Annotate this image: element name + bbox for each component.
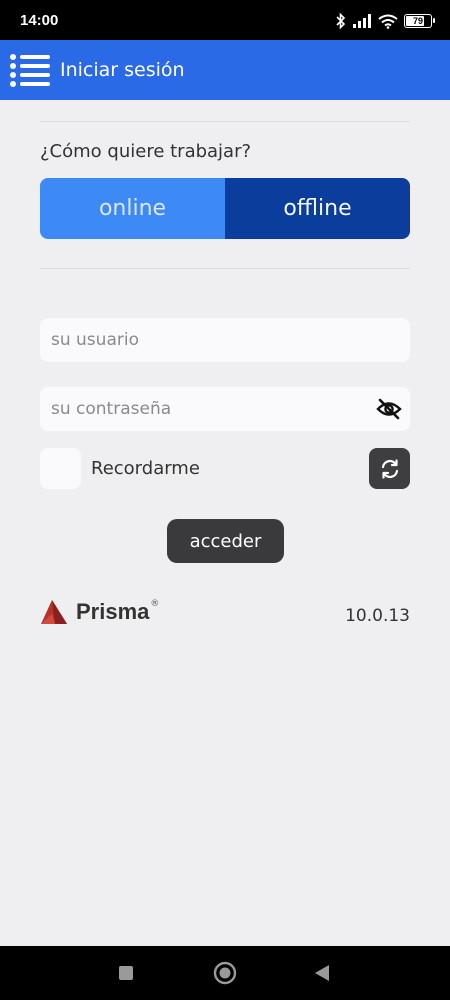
work-mode-toggle: online offline [40, 178, 410, 239]
brand-logo: Prisma ® [40, 597, 159, 627]
status-time: 14:00 [20, 12, 59, 29]
nav-recents-button[interactable] [96, 946, 156, 1000]
eye-off-icon[interactable] [376, 396, 402, 422]
refresh-button[interactable] [369, 448, 410, 489]
username-input[interactable] [40, 318, 410, 362]
divider-top [40, 121, 410, 122]
mode-offline-button[interactable]: offline [225, 178, 410, 239]
status-icons: 79 [336, 12, 435, 30]
nav-home-button[interactable] [195, 946, 255, 1000]
password-input[interactable] [40, 387, 410, 431]
remember-checkbox[interactable] [40, 448, 81, 489]
nav-back-button[interactable] [292, 946, 352, 1000]
wifi-icon [378, 14, 398, 29]
remember-label: Recordarme [91, 458, 200, 479]
bluetooth-icon [336, 13, 346, 29]
work-mode-question: ¿Cómo quiere trabajar? [40, 141, 252, 162]
square-icon [119, 966, 133, 980]
prisma-logo-icon [41, 600, 67, 624]
menu-list-icon[interactable] [8, 52, 54, 88]
password-field [40, 387, 410, 431]
battery-icon: 79 [404, 14, 435, 28]
battery-level: 79 [412, 16, 423, 26]
status-bar: 14:00 79 [0, 0, 450, 40]
home-circle-icon [213, 961, 237, 985]
navigation-bar [0, 946, 450, 1000]
refresh-icon [381, 458, 398, 479]
signal-icon [353, 14, 371, 28]
back-triangle-icon [315, 965, 329, 981]
page-title: Iniciar sesión [60, 59, 185, 81]
submit-button[interactable]: acceder [167, 519, 284, 563]
brand-registered-mark: ® [150, 599, 160, 609]
brand-name: Prisma [76, 599, 150, 624]
mode-online-button[interactable]: online [40, 178, 225, 239]
app-bar: Iniciar sesión [0, 40, 450, 100]
app-version: 10.0.13 [345, 606, 410, 626]
username-field [40, 318, 410, 362]
divider-middle [40, 268, 410, 269]
